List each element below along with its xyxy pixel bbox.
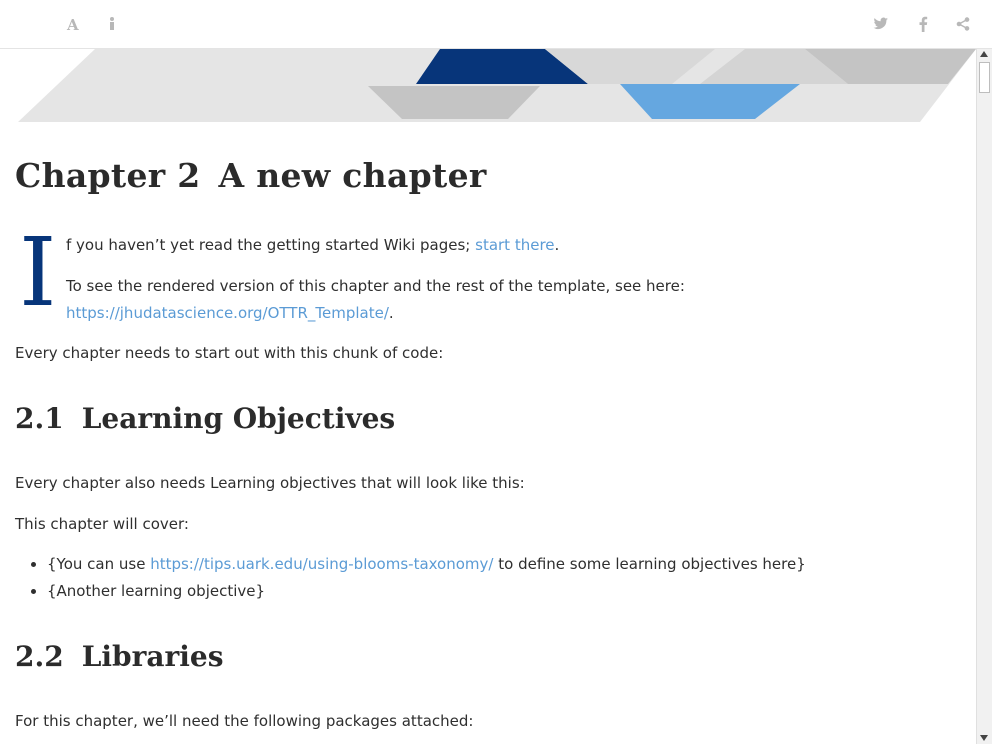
facebook-icon[interactable] (913, 14, 933, 34)
scrollbar-thumb[interactable] (979, 62, 990, 93)
rendered-version-paragraph: To see the rendered version of this chap… (66, 273, 706, 327)
drop-cap-letter: I (19, 218, 57, 328)
ottr-template-link[interactable]: https://jhudatascience.org/OTTR_Template… (66, 304, 389, 322)
rendered-period: . (388, 304, 394, 322)
twitter-icon[interactable] (871, 14, 891, 34)
section-title: Libraries (81, 640, 224, 673)
start-there-link[interactable]: start there (475, 236, 554, 254)
list-item: {Another learning objective} (47, 578, 806, 605)
learning-objectives-list: {You can use https://tips.uark.edu/using… (15, 551, 806, 605)
decorative-banner (18, 49, 976, 122)
rendered-text: To see the rendered version of this chap… (66, 277, 685, 295)
font-settings-icon[interactable]: A (63, 14, 83, 34)
vertical-scrollbar[interactable] (976, 49, 992, 744)
objective-text-before: {You can use (47, 555, 151, 573)
list-item: {You can use https://tips.uark.edu/using… (47, 551, 806, 578)
chapter-title: A new chapter (218, 156, 487, 195)
section-title: Learning Objectives (81, 402, 396, 435)
scroll-down-arrow-icon[interactable] (980, 735, 988, 741)
info-icon[interactable] (102, 14, 122, 34)
scroll-up-arrow-icon[interactable] (980, 51, 988, 57)
svg-text:A: A (66, 16, 79, 32)
section-heading-learning-objectives: 2.1 Learning Objectives (15, 402, 395, 435)
objectives-intro-paragraph: Every chapter also needs Learning object… (15, 474, 525, 492)
intro-paragraph: f you haven’t yet read the getting start… (66, 232, 559, 259)
section-number: 2.1 (15, 402, 64, 435)
chapter-number: Chapter 2 (15, 156, 201, 195)
section-heading-libraries: 2.2 Libraries (15, 640, 223, 673)
blooms-taxonomy-link[interactable]: https://tips.uark.edu/using-blooms-taxon… (150, 555, 493, 573)
book-toolbar: A (0, 0, 992, 49)
objective-text-after: to define some learning objectives here} (493, 555, 806, 573)
intro-text: f you haven’t yet read the getting start… (66, 236, 476, 254)
section-number: 2.2 (15, 640, 64, 673)
chunk-paragraph: Every chapter needs to start out with th… (15, 344, 444, 362)
intro-period: . (554, 236, 560, 254)
chapter-covers-paragraph: This chapter will cover: (15, 515, 189, 533)
share-icon[interactable] (953, 14, 973, 34)
chapter-heading: Chapter 2 A new chapter (15, 156, 487, 195)
libraries-paragraph: For this chapter, we’ll need the followi… (15, 712, 474, 730)
